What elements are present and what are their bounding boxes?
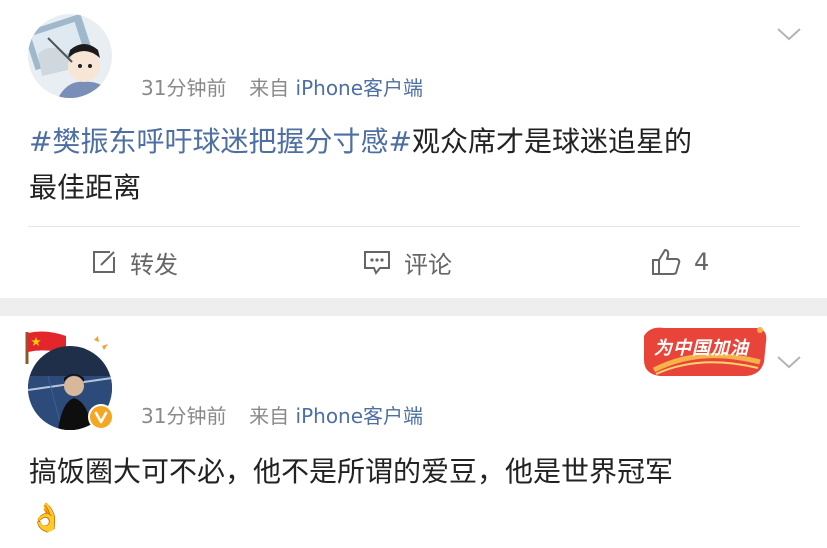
- feed-separator: [0, 298, 827, 316]
- repost-label: 转发: [130, 250, 178, 279]
- like-button[interactable]: 4: [650, 244, 709, 280]
- avatar[interactable]: [28, 14, 112, 98]
- post-meta: 31分钟前 来自 iPhone客户端: [141, 400, 423, 429]
- source-link[interactable]: iPhone客户端: [296, 76, 424, 100]
- source-link[interactable]: iPhone客户端: [296, 404, 424, 428]
- cheer-china-badge: 为中国加油: [640, 322, 770, 382]
- sparkle-icon: [94, 336, 108, 350]
- source-prefix: 来自: [249, 404, 290, 428]
- action-divider: [28, 226, 800, 227]
- post-text: 搞饭圈大可不必，他不是所谓的爱豆，他是世界冠军: [29, 455, 674, 488]
- thumbs-up-icon: [652, 249, 681, 275]
- edit-icon: [93, 251, 115, 273]
- timestamp: 31分钟前: [141, 76, 227, 100]
- like-count: 4: [694, 248, 710, 276]
- timestamp: 31分钟前: [141, 404, 227, 428]
- repost-button[interactable]: 转发: [90, 244, 178, 280]
- ok-hand-emoji: 👌: [29, 501, 64, 534]
- post-emoji-line: 👌: [29, 496, 64, 540]
- post-card-1: 31分钟前 来自 iPhone客户端 #樊振东呼吁球迷把握分寸感#观众席才是球迷…: [0, 0, 827, 298]
- comment-icon: [364, 251, 390, 275]
- verified-icon: [88, 404, 114, 430]
- post-body: 搞饭圈大可不必，他不是所谓的爱豆，他是世界冠军: [29, 450, 673, 494]
- post-body-line2: 最佳距离: [29, 166, 141, 210]
- source-prefix: 来自: [249, 76, 290, 100]
- post-text-line1: 观众席才是球迷追星的: [411, 125, 692, 158]
- comment-button[interactable]: 评论: [362, 244, 452, 280]
- badge-text: 为中国加油: [654, 338, 749, 359]
- post-card-2: 31分钟前 来自 iPhone客户端 为中国加油 搞饭圈大可不必，他不是所谓的爱…: [0, 316, 827, 548]
- hashtag-link[interactable]: #樊振东呼吁球迷把握分寸感#: [29, 125, 412, 158]
- post-body: #樊振东呼吁球迷把握分寸感#观众席才是球迷追星的: [29, 120, 692, 164]
- post-meta: 31分钟前 来自 iPhone客户端: [141, 72, 423, 101]
- chevron-down-icon[interactable]: [774, 352, 804, 372]
- comment-label: 评论: [404, 250, 452, 279]
- post-text-line2: 最佳距离: [29, 171, 142, 204]
- chevron-down-icon[interactable]: [774, 24, 804, 44]
